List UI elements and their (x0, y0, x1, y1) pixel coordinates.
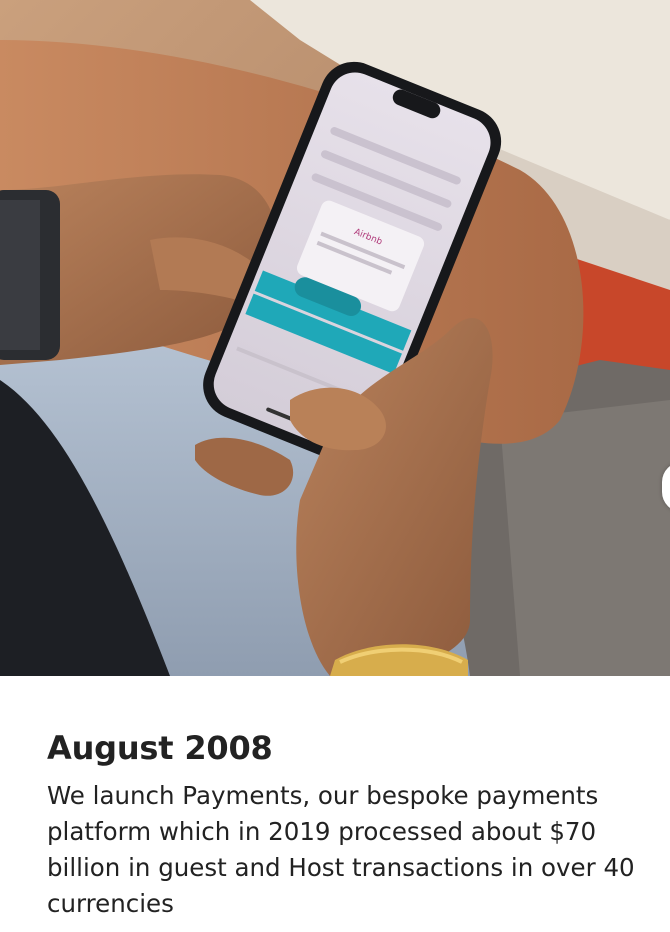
milestone-caption: August 2008 We launch Payments, our besp… (47, 728, 637, 922)
milestone-description: We launch Payments, our bespoke payments… (47, 781, 635, 918)
milestone-title: August 2008 (47, 729, 273, 767)
milestone-card: Airbnb August 2008 We launch Payments, o… (0, 0, 670, 932)
milestone-photo: Airbnb (0, 0, 670, 676)
